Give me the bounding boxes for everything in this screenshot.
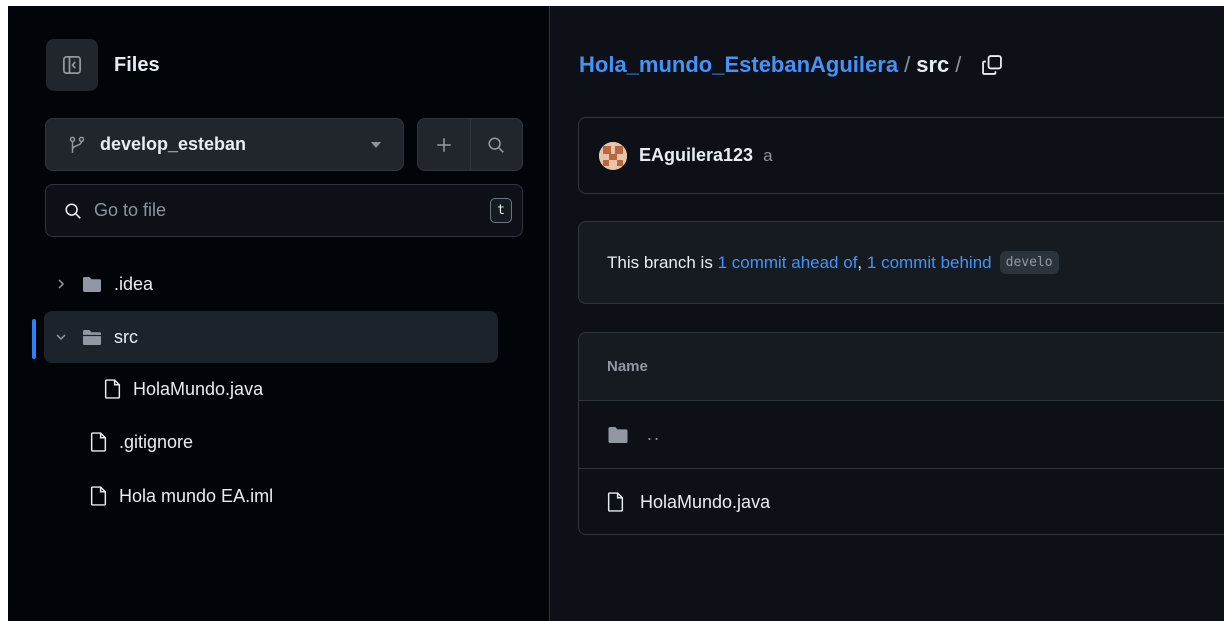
file-icon	[104, 379, 121, 399]
tree-item-iml[interactable]: Hola mundo EA.iml	[90, 470, 273, 522]
file-icon	[90, 486, 107, 506]
table-row-parent[interactable]: ..	[579, 401, 1224, 468]
app-window: Files develop_esteban Go to file t .idea…	[8, 6, 1224, 621]
add-file-button[interactable]	[418, 119, 470, 170]
go-to-file-input[interactable]: Go to file t	[45, 184, 523, 237]
plus-icon	[437, 137, 451, 152]
breadcrumb-separator: /	[904, 52, 911, 77]
breadcrumb-current-dir: src	[916, 52, 950, 77]
branch-comparison-banner: This branch is 1 commit ahead of, 1 comm…	[578, 221, 1224, 304]
copy-icon	[982, 55, 1003, 75]
avatar[interactable]	[599, 141, 627, 170]
branch-name: develop_esteban	[100, 134, 247, 154]
copy-path-button[interactable]	[981, 54, 1003, 76]
tree-item-src[interactable]: src	[44, 311, 498, 363]
directory-listing: Name .. HolaMundo.java	[578, 332, 1224, 535]
commit-author-link[interactable]: EAguilera123	[639, 145, 753, 166]
branch-selector-button[interactable]: develop_esteban	[45, 118, 404, 171]
breadcrumb-repo-link[interactable]: Hola_mundo_EstebanAguilera	[579, 52, 898, 78]
branch-status-comma: ,	[857, 252, 863, 272]
files-title: Files	[114, 53, 160, 76]
file-actions-group	[417, 118, 523, 171]
main-content: Hola_mundo_EstebanAguilera / src / EAgui…	[551, 6, 1224, 621]
folder-icon	[83, 276, 101, 292]
tree-item-gitignore[interactable]: .gitignore	[90, 416, 193, 468]
search-code-button[interactable]	[469, 119, 523, 170]
latest-commit-box: EAguilera123 a	[578, 117, 1224, 194]
breadcrumb-separator: /	[955, 52, 962, 77]
sidebar-panel-icon	[63, 56, 81, 74]
tree-item-label: .gitignore	[119, 431, 194, 452]
search-icon	[488, 136, 505, 153]
chevron-right-icon	[54, 278, 68, 290]
tree-item-label: Hola mundo EA.iml	[119, 485, 274, 506]
file-name-link[interactable]: HolaMundo.java	[640, 492, 770, 513]
parent-directory-link[interactable]: ..	[647, 424, 661, 445]
tree-item-holamundo-java[interactable]: HolaMundo.java	[104, 363, 263, 415]
tree-item-label: src	[114, 326, 138, 347]
file-icon	[90, 432, 107, 452]
tree-item-label: HolaMundo.java	[133, 378, 264, 399]
collapse-panel-button[interactable]	[46, 39, 98, 91]
breadcrumb: Hola_mundo_EstebanAguilera / src /	[579, 52, 1003, 78]
file-icon	[607, 492, 624, 512]
commit-message-link[interactable]: a	[763, 146, 772, 166]
tree-item-idea[interactable]: .idea	[54, 258, 153, 310]
base-branch-chip[interactable]: develo	[999, 251, 1059, 274]
commits-behind-link[interactable]: 1 commit behind	[867, 253, 992, 273]
search-icon	[65, 202, 81, 219]
files-header: Files	[46, 39, 160, 91]
folder-icon	[608, 426, 628, 443]
table-row-file[interactable]: HolaMundo.java	[579, 468, 1224, 534]
file-tree-sidebar: Files develop_esteban Go to file t .idea…	[8, 6, 550, 621]
tree-item-label: .idea	[114, 273, 154, 294]
branch-toolbar: develop_esteban	[45, 118, 523, 171]
column-header-name: Name	[579, 333, 1224, 401]
search-placeholder: Go to file	[94, 200, 167, 220]
commits-ahead-link[interactable]: 1 commit ahead of	[718, 253, 858, 273]
selected-item-indicator	[32, 319, 36, 359]
branch-status-prefix: This branch is	[607, 252, 713, 272]
keyboard-shortcut-hint: t	[490, 198, 512, 223]
folder-open-icon	[83, 329, 101, 345]
chevron-down-icon	[371, 141, 381, 148]
git-branch-icon	[69, 136, 85, 153]
chevron-down-icon	[54, 332, 68, 342]
